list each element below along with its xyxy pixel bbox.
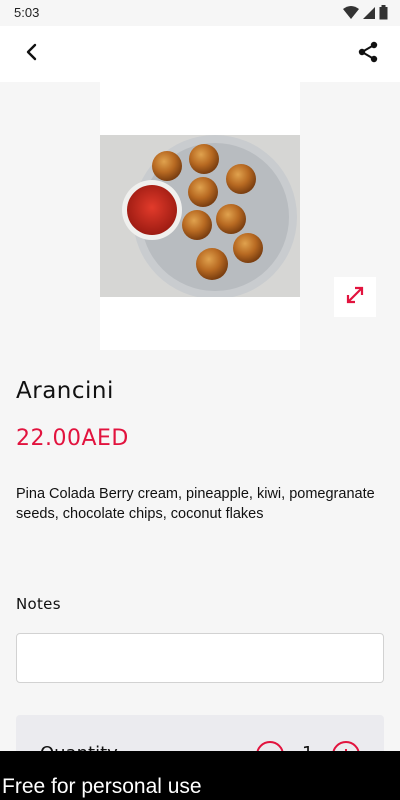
watermark-text: Free for personal use bbox=[2, 775, 202, 798]
dish-price: 22.00AED bbox=[16, 426, 129, 451]
notes-label: Notes bbox=[16, 595, 61, 613]
dish-description: Pina Colada Berry cream, pineapple, kiwi… bbox=[16, 486, 375, 522]
watermark-banner: Free for personal use bbox=[0, 751, 400, 800]
dish-title: Arancini bbox=[16, 378, 114, 404]
battery-icon bbox=[379, 5, 388, 24]
signal-icon bbox=[363, 5, 375, 24]
dish-image-frame bbox=[100, 82, 300, 350]
app-bar bbox=[0, 26, 400, 82]
back-button[interactable] bbox=[18, 40, 46, 68]
share-icon bbox=[357, 41, 379, 67]
notes-input[interactable] bbox=[16, 633, 384, 683]
wifi-icon bbox=[343, 5, 359, 24]
status-time: 5:03 bbox=[14, 5, 40, 20]
status-icons bbox=[343, 5, 388, 24]
share-button[interactable] bbox=[354, 40, 382, 68]
dish-photo[interactable] bbox=[100, 135, 300, 297]
expand-image-button[interactable] bbox=[334, 277, 376, 317]
status-bar: 5:03 bbox=[0, 0, 400, 26]
expand-icon bbox=[344, 284, 366, 310]
chevron-left-icon bbox=[25, 43, 39, 65]
